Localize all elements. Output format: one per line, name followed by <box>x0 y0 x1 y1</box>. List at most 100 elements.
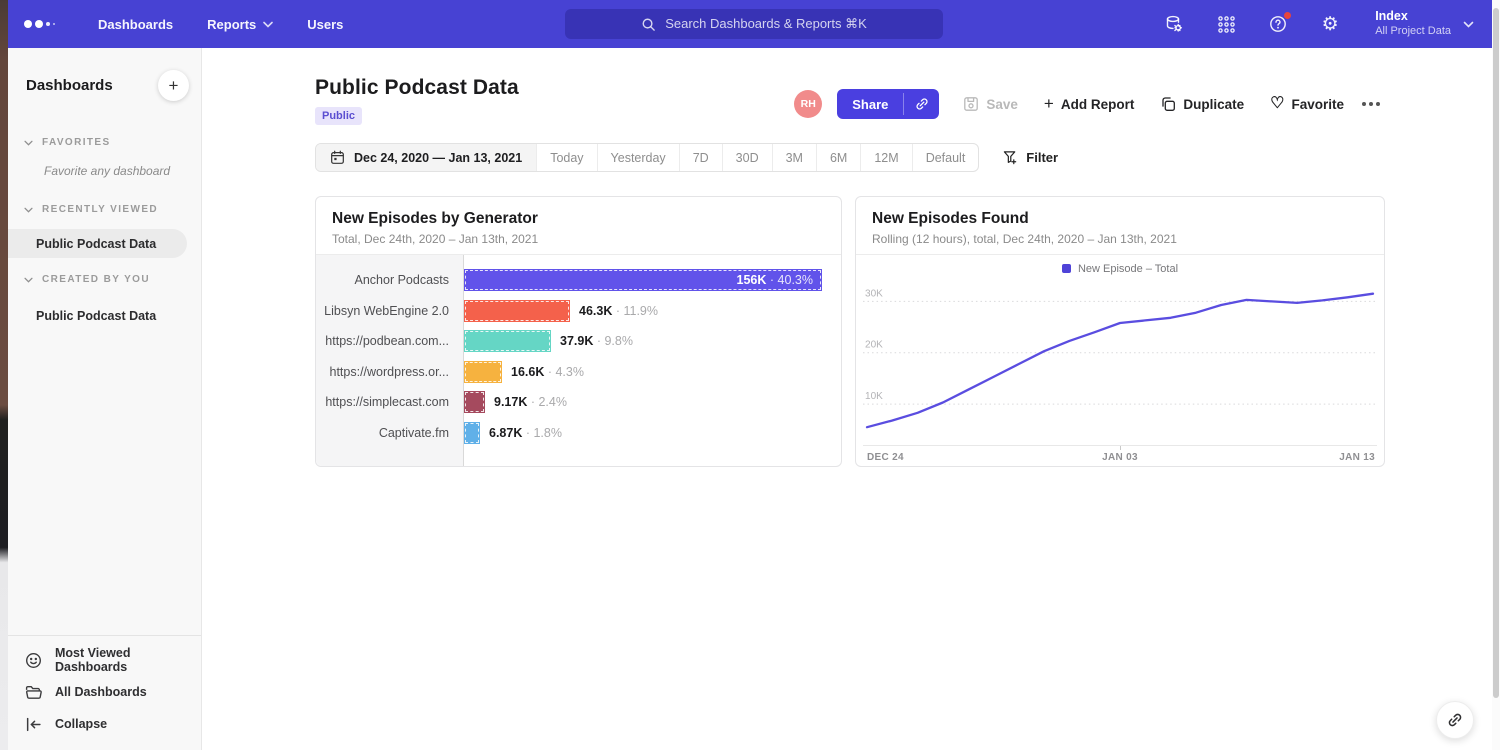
svg-text:30K: 30K <box>865 288 883 299</box>
x-axis-label: JAN 13 <box>1339 452 1375 463</box>
all-dashboards-button[interactable]: All Dashboards <box>8 676 201 708</box>
filter-funnel-icon <box>1003 150 1018 165</box>
bar-category-label: Libsyn WebEngine 2.0 <box>316 296 463 327</box>
bar-row: 16.6K · 4.3% <box>464 357 841 388</box>
calendar-icon <box>330 150 345 165</box>
bar-chart: Anchor PodcastsLibsyn WebEngine 2.0 https… <box>316 255 841 466</box>
bar-category-label: Anchor Podcasts <box>316 265 463 296</box>
settings-gear-icon[interactable]: ⚙ <box>1319 13 1341 35</box>
legend-label: New Episode – Total <box>1078 263 1178 275</box>
project-switcher[interactable]: Index All Project Data <box>1375 9 1474 38</box>
card-new-episodes-by-generator: New Episodes by Generator Total, Dec 24t… <box>315 196 842 467</box>
section-created-by-you[interactable]: CREATED BY YOU <box>8 274 201 285</box>
bar-category-label: Captivate.fm <box>316 418 463 449</box>
bar[interactable]: 156K · 40.3% <box>464 269 822 291</box>
bar[interactable] <box>464 391 485 413</box>
save-button[interactable]: Save <box>963 96 1018 112</box>
share-button[interactable]: Share <box>837 89 939 119</box>
x-axis: DEC 24 JAN 03 JAN 13 <box>863 445 1377 466</box>
nav-reports[interactable]: Reports <box>207 17 273 32</box>
copy-link-fab[interactable] <box>1436 701 1474 739</box>
project-subtitle: All Project Data <box>1375 25 1451 39</box>
top-navbar: Dashboards Reports Users Search Dashboar… <box>8 0 1500 48</box>
card-subtitle: Total, Dec 24th, 2020 – Jan 13th, 2021 <box>332 232 825 246</box>
bar-chart-bars: 156K · 40.3% 46.3K · 11.9% 37.9K · 9.8% 16.… <box>464 255 841 466</box>
bar-value: 37.9K · 9.8% <box>560 334 633 348</box>
collapse-sidebar-button[interactable]: Collapse <box>8 708 201 740</box>
app-logo-icon[interactable] <box>24 20 64 28</box>
bar-row: 156K · 40.3% <box>464 265 841 296</box>
date-controls: Dec 24, 2020 — Jan 13, 2021 TodayYesterd… <box>315 143 1500 172</box>
x-axis-tick <box>1120 446 1121 450</box>
chevron-down-icon <box>24 277 33 283</box>
add-dashboard-button[interactable]: + <box>158 70 189 101</box>
svg-text:10K: 10K <box>865 391 883 402</box>
sidebar-item-public-podcast-data[interactable]: Public Podcast Data <box>8 229 187 258</box>
bar-value: 9.17K · 2.4% <box>494 395 567 409</box>
share-link-icon[interactable] <box>904 89 939 119</box>
data-sources-icon[interactable] <box>1163 13 1185 35</box>
section-recently-viewed[interactable]: RECENTLY VIEWED <box>8 204 201 215</box>
desktop-edge-strip <box>0 0 8 750</box>
bar-value: 16.6K · 4.3% <box>511 365 584 379</box>
line-series[interactable] <box>867 294 1373 428</box>
window-scrollbar[interactable] <box>1492 0 1500 750</box>
bar-row: 37.9K · 9.8% <box>464 326 841 357</box>
card-title: New Episodes by Generator <box>332 210 825 228</box>
duplicate-icon <box>1160 96 1176 112</box>
card-title: New Episodes Found <box>872 210 1368 228</box>
apps-grid-icon[interactable] <box>1215 13 1237 35</box>
sidebar-item-public-podcast-data-2[interactable]: Public Podcast Data <box>8 301 187 330</box>
x-axis-label: DEC 24 <box>867 452 904 463</box>
help-icon[interactable] <box>1267 13 1289 35</box>
bar[interactable] <box>464 422 480 444</box>
date-preset-12m[interactable]: 12M <box>861 144 912 171</box>
svg-text:20K: 20K <box>865 340 883 351</box>
nav-users[interactable]: Users <box>307 17 343 32</box>
nav-dashboards[interactable]: Dashboards <box>98 17 173 32</box>
bar[interactable] <box>464 300 570 322</box>
dashboard-toolbar: RH Share Save + Add Report Duplica <box>794 89 1382 119</box>
save-icon <box>963 96 979 112</box>
visibility-badge: Public <box>315 107 362 125</box>
favorite-button[interactable]: ♡ Favorite <box>1270 96 1344 112</box>
date-preset-yesterday[interactable]: Yesterday <box>598 144 680 171</box>
chevron-down-icon <box>263 21 273 28</box>
date-preset-30d[interactable]: 30D <box>723 144 773 171</box>
link-icon <box>1446 711 1464 729</box>
date-preset-today[interactable]: Today <box>537 144 597 171</box>
search-input[interactable]: Search Dashboards & Reports ⌘K <box>565 9 943 39</box>
bar-value: 156K · 40.3% <box>737 273 813 287</box>
date-preset-default[interactable]: Default <box>913 144 979 171</box>
bar-category-label: https://simplecast.com <box>316 387 463 418</box>
main-content: Public Podcast Data Public RH Share Save… <box>202 48 1500 750</box>
avatar[interactable]: RH <box>794 90 822 118</box>
sidebar-footer: Most Viewed Dashboards All Dashboards Co… <box>8 635 201 750</box>
date-preset-6m[interactable]: 6M <box>817 144 861 171</box>
chevron-down-icon <box>24 140 33 146</box>
most-viewed-dashboards-button[interactable]: Most Viewed Dashboards <box>8 644 201 676</box>
folder-icon <box>25 684 42 701</box>
notification-badge <box>1283 11 1292 20</box>
date-range-control: Dec 24, 2020 — Jan 13, 2021 TodayYesterd… <box>315 143 979 172</box>
chevron-down-icon <box>1463 21 1474 28</box>
date-preset-3m[interactable]: 3M <box>773 144 817 171</box>
date-range-button[interactable]: Dec 24, 2020 — Jan 13, 2021 <box>316 144 537 171</box>
bar[interactable] <box>464 330 551 352</box>
line-chart: New Episode – Total 10K 20K 30K DEC 24 JAN… <box>856 255 1384 466</box>
scrollbar-thumb[interactable] <box>1493 8 1499 698</box>
sidebar: Dashboards + FAVORITES Favorite any dash… <box>8 48 202 750</box>
chevron-down-icon <box>24 207 33 213</box>
plus-icon: + <box>1044 95 1054 112</box>
search-placeholder: Search Dashboards & Reports ⌘K <box>665 16 867 32</box>
section-favorites[interactable]: FAVORITES <box>8 137 201 148</box>
date-preset-7d[interactable]: 7D <box>680 144 723 171</box>
heart-icon: ♡ <box>1270 96 1284 112</box>
search-icon <box>641 17 656 32</box>
duplicate-button[interactable]: Duplicate <box>1160 96 1244 112</box>
bar-row: 46.3K · 11.9% <box>464 296 841 327</box>
add-report-button[interactable]: + Add Report <box>1044 96 1134 112</box>
filter-button[interactable]: Filter <box>1003 150 1058 165</box>
more-options-button[interactable] <box>1360 98 1382 110</box>
bar[interactable] <box>464 361 502 383</box>
